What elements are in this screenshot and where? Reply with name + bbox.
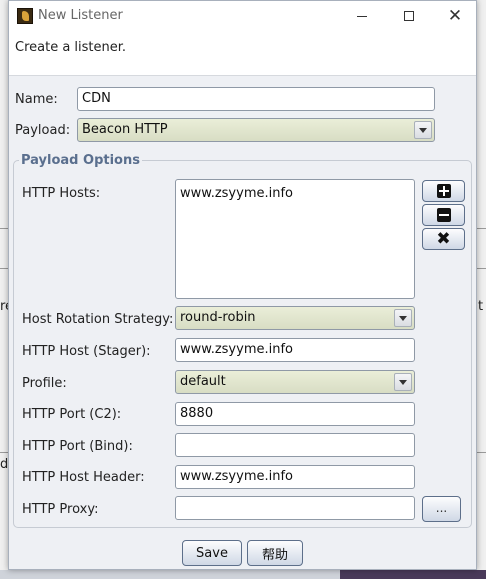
chevron-down-icon <box>399 315 407 321</box>
minimize-icon <box>357 15 367 17</box>
new-listener-dialog: New Listener ✕ Create a listener. Name: … <box>8 0 477 570</box>
rotation-strategy-value: round-robin <box>180 310 256 325</box>
profile-select[interactable]: default <box>175 370 415 394</box>
app-icon <box>17 8 33 24</box>
window-title: New Listener <box>38 8 123 23</box>
stager-host-label: HTTP Host (Stager): <box>22 344 151 359</box>
payload-dropdown-button[interactable] <box>414 121 432 139</box>
add-icon <box>436 184 451 198</box>
port-c2-input[interactable]: 8880 <box>175 402 415 426</box>
stager-host-input[interactable]: www.zsyyme.info <box>175 338 415 362</box>
title-bar[interactable]: New Listener ✕ <box>9 1 476 31</box>
description-panel: Create a listener. <box>9 31 476 76</box>
list-item[interactable]: www.zsyyme.info <box>180 186 293 201</box>
background-image <box>340 570 486 579</box>
remove-icon <box>436 208 451 222</box>
profile-value: default <box>180 374 226 389</box>
minimize-button[interactable] <box>339 1 385 31</box>
add-host-button[interactable] <box>422 180 465 202</box>
chevron-down-icon <box>399 379 407 385</box>
name-input[interactable]: CDN <box>77 87 435 111</box>
payload-label: Payload: <box>15 123 71 138</box>
port-c2-label: HTTP Port (C2): <box>22 407 122 422</box>
payload-select[interactable]: Beacon HTTP <box>77 118 435 142</box>
profile-label: Profile: <box>22 376 67 391</box>
port-bind-label: HTTP Port (Bind): <box>22 439 133 454</box>
host-header-input[interactable]: www.zsyyme.info <box>175 465 415 489</box>
background-text: t <box>478 299 484 314</box>
clear-hosts-button[interactable]: ✖ <box>422 228 465 250</box>
close-icon: ✕ <box>447 5 463 26</box>
payload-options-title: Payload Options <box>19 153 142 168</box>
close-button[interactable]: ✕ <box>432 1 478 31</box>
payload-select-value: Beacon HTTP <box>82 122 168 137</box>
name-label: Name: <box>15 92 58 107</box>
maximize-icon <box>404 11 414 21</box>
http-hosts-label: HTTP Hosts: <box>22 186 101 201</box>
proxy-label: HTTP Proxy: <box>22 502 99 517</box>
rotation-strategy-label: Host Rotation Strategy: <box>22 312 174 327</box>
http-hosts-list[interactable]: www.zsyyme.info <box>175 179 415 299</box>
chevron-down-icon <box>419 127 427 133</box>
help-button[interactable]: 帮助 <box>247 540 303 566</box>
remove-host-button[interactable] <box>422 204 465 226</box>
port-bind-input[interactable] <box>175 433 415 457</box>
description-text: Create a listener. <box>15 40 127 55</box>
proxy-input[interactable] <box>175 496 415 520</box>
proxy-settings-button[interactable]: ... <box>422 496 461 522</box>
rotation-strategy-select[interactable]: round-robin <box>175 306 415 330</box>
save-button[interactable]: Save <box>182 540 242 566</box>
profile-dropdown-button[interactable] <box>394 373 412 391</box>
host-header-label: HTTP Host Header: <box>22 470 145 485</box>
maximize-button[interactable] <box>386 1 432 31</box>
clear-icon: ✖ <box>436 228 451 249</box>
rotation-dropdown-button[interactable] <box>394 309 412 327</box>
